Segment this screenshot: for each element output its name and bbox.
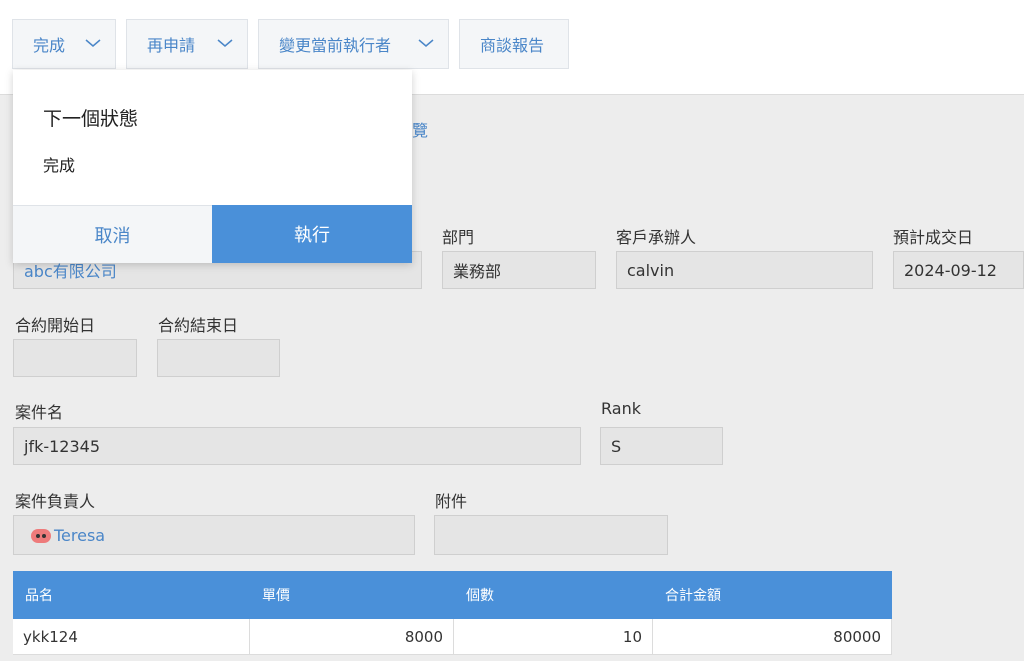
rank-label: Rank xyxy=(601,399,641,418)
expected-close-label: 預計成交日 xyxy=(893,228,974,247)
popup-status-value: 完成 xyxy=(43,156,76,175)
complete-button[interactable]: 完成 xyxy=(12,19,116,69)
reapply-button[interactable]: 再申請 xyxy=(126,19,248,69)
table-cell-product: ykk124 xyxy=(13,619,250,654)
table-header: 品名 單價 個數 合計金額 xyxy=(13,571,892,619)
column-header-unit-price: 單價 xyxy=(262,588,290,604)
department-label: 部門 xyxy=(442,228,475,247)
customer-contact-field[interactable]: calvin xyxy=(616,251,873,289)
case-name-field[interactable]: jfk-12345 xyxy=(13,427,581,465)
complete-button-label: 完成 xyxy=(33,36,66,55)
department-field[interactable]: 業務部 xyxy=(442,251,596,289)
column-header-total: 合計金額 xyxy=(665,588,721,604)
case-owner-label: 案件負責人 xyxy=(15,492,96,511)
table-cell-unit-price: 8000 xyxy=(250,619,454,654)
table-cell-total: 80000 xyxy=(653,619,892,654)
change-executor-button-label: 變更當前執行者 xyxy=(279,36,392,55)
attachment-label: 附件 xyxy=(435,492,468,511)
popup-title: 下一個狀態 xyxy=(43,108,139,130)
contract-end-field[interactable] xyxy=(157,339,280,377)
contract-end-label: 合約結束日 xyxy=(158,316,239,335)
rank-field[interactable]: S xyxy=(600,427,723,465)
customer-contact-label: 客戶承辦人 xyxy=(616,228,697,247)
partial-link-text[interactable]: 覽 xyxy=(412,117,428,141)
attachment-field[interactable] xyxy=(434,515,668,555)
contract-start-field[interactable] xyxy=(13,339,137,377)
chevron-down-icon xyxy=(217,37,233,49)
negotiation-report-button[interactable]: 商談報告 xyxy=(459,19,569,69)
expected-close-field[interactable]: 2024-09-12 xyxy=(893,251,1024,289)
product-table: 品名 單價 個數 合計金額 ykk124 8000 10 80000 xyxy=(13,571,892,655)
contract-start-label: 合約開始日 xyxy=(15,316,96,335)
negotiation-report-button-label: 商談報告 xyxy=(480,36,545,55)
table-row: ykk124 8000 10 80000 xyxy=(13,619,892,655)
column-header-product: 品名 xyxy=(25,588,53,604)
next-status-popup: 下一個狀態 完成 取消 執行 xyxy=(13,70,412,263)
chevron-down-icon xyxy=(418,37,434,49)
avatar xyxy=(31,529,51,543)
case-name-label: 案件名 xyxy=(15,403,64,422)
reapply-button-label: 再申請 xyxy=(147,36,196,55)
table-cell-quantity: 10 xyxy=(454,619,653,654)
chevron-down-icon xyxy=(85,37,101,49)
cancel-button[interactable]: 取消 xyxy=(13,205,212,263)
case-owner-field[interactable]: Teresa xyxy=(13,515,415,555)
execute-button[interactable]: 執行 xyxy=(212,205,412,263)
case-owner-name[interactable]: Teresa xyxy=(54,526,105,545)
change-executor-button[interactable]: 變更當前執行者 xyxy=(258,19,449,69)
column-header-quantity: 個數 xyxy=(466,588,494,604)
